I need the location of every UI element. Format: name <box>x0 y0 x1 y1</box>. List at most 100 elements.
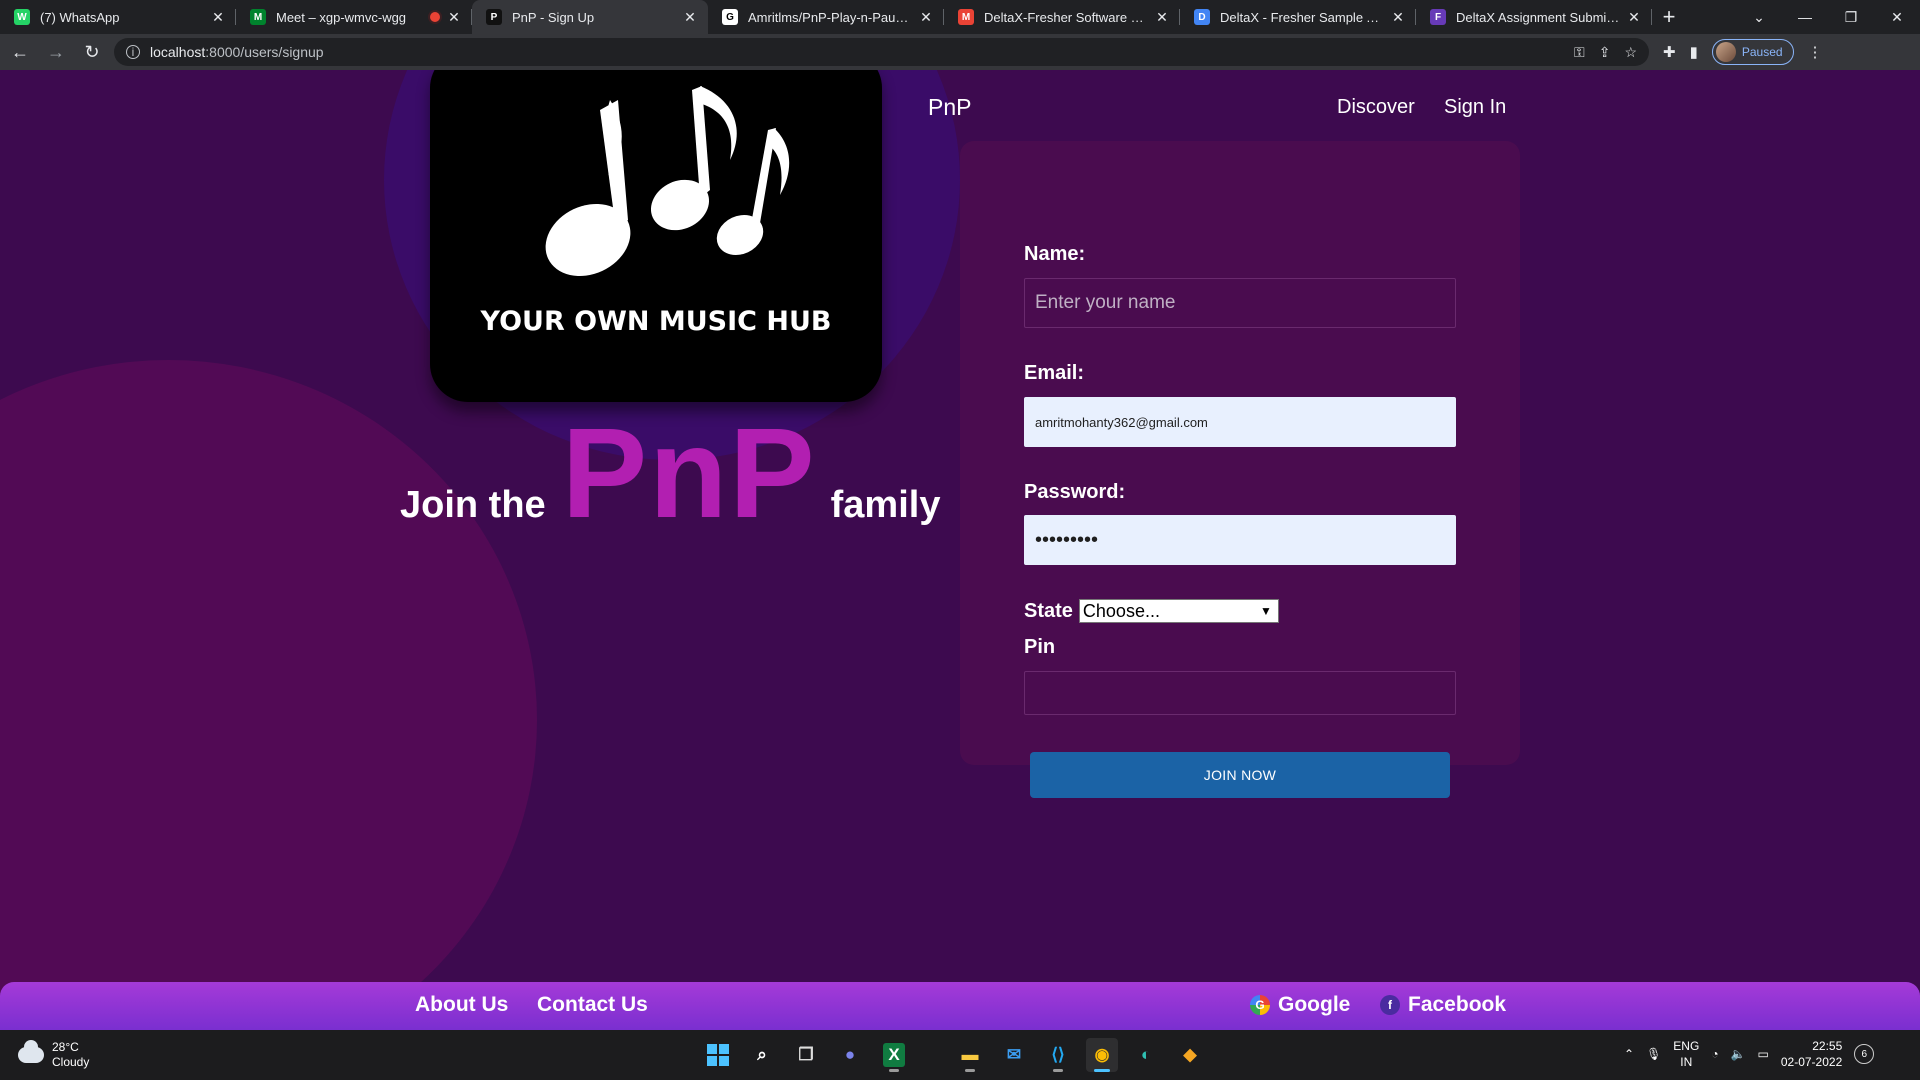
tab-favicon-icon: D <box>1194 9 1210 25</box>
tab-search-icon[interactable]: ⌄ <box>1736 0 1782 34</box>
browser-tab-strip: W (7) WhatsApp ✕ M Meet – xgp-wmvc-wgg ✕ P PnP … <box>0 0 1920 34</box>
nav-sign-in-link[interactable]: Sign In <box>1444 96 1506 119</box>
search-icon[interactable]: ⌕ <box>746 1038 778 1072</box>
url-host: localhost <box>150 44 206 60</box>
close-window-button[interactable]: ✕ <box>1874 0 1920 34</box>
footer-google-link[interactable]: G Google <box>1250 993 1350 1017</box>
browser-tab[interactable]: M DeltaX-Fresher Software Engine...✕ <box>944 0 1180 34</box>
git-icon[interactable]: ◆ <box>1174 1038 1206 1072</box>
pin-input[interactable] <box>1024 671 1456 715</box>
email-label: Email: <box>1024 362 1085 384</box>
browser-tab[interactable]: W (7) WhatsApp ✕ <box>0 0 236 34</box>
excel-icon[interactable]: X <box>878 1038 910 1072</box>
tab-title: DeltaX Assignment Submission <box>1456 9 1622 25</box>
headline-suffix: family <box>830 484 941 526</box>
file-explorer-icon[interactable]: ▬ <box>954 1038 986 1072</box>
password-input[interactable]: ••••••••• <box>1024 515 1456 565</box>
tab-title: (7) WhatsApp <box>40 9 120 25</box>
weather-desc: Cloudy <box>52 1055 90 1069</box>
wifi-icon[interactable]: ◔ <box>1711 1047 1718 1061</box>
vscode-icon[interactable]: ⟨⟩ <box>1042 1038 1074 1072</box>
battery-icon[interactable]: ▭ <box>1758 1047 1769 1061</box>
footer-facebook-link[interactable]: f Facebook <box>1380 993 1506 1017</box>
new-tab-button[interactable]: + <box>1652 0 1686 34</box>
volume-icon[interactable]: 🔈 <box>1731 1047 1746 1061</box>
tab-favicon-icon: W <box>14 9 30 25</box>
language-indicator[interactable]: ENG IN <box>1673 1038 1699 1070</box>
profile-status: Paused <box>1741 45 1783 59</box>
site-info-icon[interactable]: i <box>126 45 140 59</box>
weather-temp: 28°C <box>52 1040 79 1054</box>
name-input[interactable]: Enter your name <box>1024 278 1456 328</box>
task-view-icon[interactable]: ❐ <box>790 1038 822 1072</box>
teams-chat-icon[interactable]: ● <box>834 1038 866 1072</box>
nav-discover-link[interactable]: Discover <box>1337 96 1415 119</box>
address-bar[interactable]: i localhost:8000/users/signup ⚿ ⇪ ☆ <box>114 38 1649 66</box>
chevron-down-icon: ▼ <box>1260 604 1272 618</box>
share-icon[interactable]: ⇪ <box>1599 44 1611 61</box>
music-hub-logo: YOUR OWN MUSIC HUB <box>430 70 882 402</box>
menu-kebab-icon[interactable]: ⋮ <box>1808 43 1823 61</box>
taskbar-apps: ⌕ ❐ ● X ▬ ✉ ⟨⟩ ◉ ◐ ◆ <box>702 1038 1206 1072</box>
minimize-button[interactable]: — <box>1782 0 1828 34</box>
join-headline: Join the PnP family <box>400 400 940 547</box>
edge-icon[interactable]: ◐ <box>1130 1038 1162 1072</box>
tab-close-icon[interactable]: ✕ <box>210 9 226 25</box>
clock[interactable]: 22:55 02-07-2022 <box>1781 1038 1842 1070</box>
tab-favicon-icon: M <box>958 9 974 25</box>
system-tray: ⌃ 🎙 ENG IN ◔ 🔈 ▭ 22:55 02-07-2022 6 <box>1624 1038 1875 1070</box>
mail-icon[interactable]: ✉ <box>998 1038 1030 1072</box>
back-button[interactable]: ← <box>4 36 36 68</box>
tab-close-icon[interactable]: ✕ <box>1390 9 1406 25</box>
state-select[interactable]: Choose... ▼ <box>1078 599 1279 623</box>
site-footer: About Us Contact Us G Google f Facebook <box>0 982 1920 1030</box>
bookmark-star-icon[interactable]: ☆ <box>1624 44 1637 61</box>
logo-tagline: YOUR OWN MUSIC HUB <box>480 306 832 337</box>
tab-list: W (7) WhatsApp ✕ M Meet – xgp-wmvc-wgg ✕ P PnP … <box>0 0 1652 34</box>
tab-close-icon[interactable]: ✕ <box>1154 9 1170 25</box>
start-button[interactable] <box>702 1038 734 1072</box>
browser-tab[interactable]: F DeltaX Assignment Submission ✕ <box>1416 0 1652 34</box>
windows-taskbar: 28°C Cloudy ⌕ ❐ ● X ▬ ✉ ⟨⟩ ◉ ◐ ◆ ⌃ 🎙 ENG… <box>0 1030 1920 1080</box>
google-label: Google <box>1278 993 1351 1016</box>
tab-title: PnP - Sign Up <box>512 9 595 25</box>
footer-contact-link[interactable]: Contact Us <box>537 993 648 1017</box>
tab-favicon-icon: G <box>722 9 738 25</box>
language-region: IN <box>1680 1055 1693 1069</box>
weather-widget[interactable]: 28°C Cloudy <box>18 1040 89 1070</box>
browser-tab[interactable]: M Meet – xgp-wmvc-wgg ✕ <box>236 0 472 34</box>
clock-date: 02-07-2022 <box>1780 1055 1843 1069</box>
browser-tab[interactable]: P PnP - Sign Up ✕ <box>472 0 708 34</box>
signup-form: Name: Enter your name Email: amritmohant… <box>960 141 1520 798</box>
tab-close-icon[interactable]: ✕ <box>918 9 934 25</box>
notification-badge[interactable]: 6 <box>1854 1044 1875 1064</box>
browser-tab[interactable]: G Amritlms/PnP-Play-n-Pause-: It...✕ <box>708 0 944 34</box>
tab-close-icon[interactable]: ✕ <box>682 9 698 25</box>
profile-button[interactable]: Paused <box>1711 39 1794 65</box>
footer-about-link[interactable]: About Us <box>415 993 508 1017</box>
windows-logo-icon <box>707 1044 729 1066</box>
key-icon[interactable]: ⚿ <box>1574 44 1585 61</box>
side-panel-icon[interactable]: ▮ <box>1690 43 1698 61</box>
headline-brand: PnP <box>561 402 817 545</box>
tab-close-icon[interactable]: ✕ <box>1626 9 1642 25</box>
brand-home-link[interactable]: PnP <box>928 94 971 121</box>
forward-button[interactable]: → <box>40 36 72 68</box>
extensions-icon[interactable]: ✚ <box>1663 43 1676 61</box>
password-mask: ••••••••• <box>1035 528 1099 551</box>
pin-label: Pin <box>1024 636 1056 658</box>
facebook-label: Facebook <box>1408 993 1507 1016</box>
recording-indicator-icon <box>430 12 440 22</box>
microphone-icon[interactable]: 🎙 <box>1646 1047 1661 1061</box>
tab-close-icon[interactable]: ✕ <box>446 9 462 25</box>
chrome-icon[interactable]: ◉ <box>1086 1038 1118 1072</box>
restore-button[interactable]: ❐ <box>1828 0 1874 34</box>
join-now-button[interactable]: JOIN NOW <box>1030 752 1450 798</box>
reload-button[interactable]: ↻ <box>76 36 108 68</box>
browser-tab[interactable]: D DeltaX - Fresher Sample App - S...✕ <box>1180 0 1416 34</box>
tab-favicon-icon: F <box>1430 9 1446 25</box>
tab-favicon-icon: P <box>486 9 502 25</box>
tray-overflow-chevron-icon[interactable]: ⌃ <box>1624 1047 1634 1061</box>
email-input[interactable]: amritmohanty362@gmail.com <box>1024 397 1456 447</box>
